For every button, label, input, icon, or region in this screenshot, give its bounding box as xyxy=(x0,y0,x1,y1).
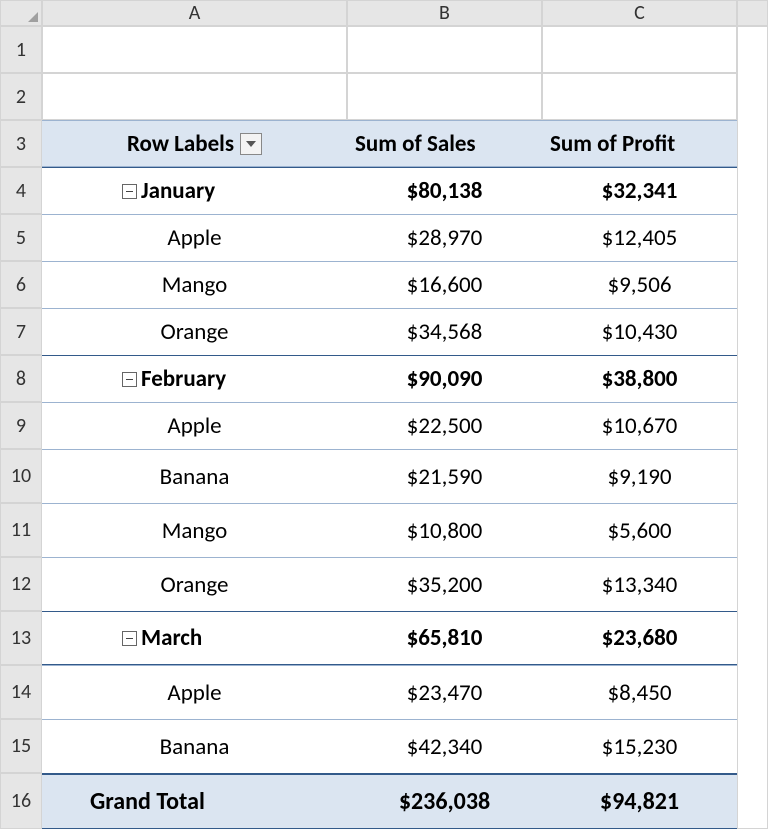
pivot-cell[interactable]: $23,470 xyxy=(347,665,542,719)
pivot-cell[interactable]: $13,340 xyxy=(542,557,737,611)
group-label: January xyxy=(141,177,215,205)
pivot-cell[interactable]: $9,190 xyxy=(542,449,737,503)
pivot-cell[interactable]: $42,340 xyxy=(347,719,542,773)
pivot-cell[interactable]: $35,200 xyxy=(347,557,542,611)
row-header-3[interactable]: 3 xyxy=(0,120,42,167)
row-header-8[interactable]: 8 xyxy=(0,355,42,402)
pivot-header-row-labels[interactable]: Row Labels xyxy=(42,120,347,167)
cell-D-partial[interactable] xyxy=(737,26,768,829)
row-header-14[interactable]: 14 xyxy=(0,665,42,719)
pivot-cell[interactable]: $90,090 xyxy=(347,355,542,402)
pivot-cell[interactable]: $10,670 xyxy=(542,402,737,449)
row-header-10[interactable]: 10 xyxy=(0,449,42,503)
row-header-15[interactable]: 15 xyxy=(0,719,42,773)
row-header-4[interactable]: 4 xyxy=(0,167,42,214)
column-header-D-partial[interactable] xyxy=(737,0,768,26)
pivot-cell[interactable]: $12,405 xyxy=(542,214,737,261)
pivot-cell[interactable]: $10,800 xyxy=(347,503,542,557)
pivot-cell[interactable]: $15,230 xyxy=(542,719,737,773)
pivot-cell[interactable]: $34,568 xyxy=(347,308,542,355)
cell-A2[interactable] xyxy=(42,73,347,120)
row-header-9[interactable]: 9 xyxy=(0,402,42,449)
row-header-16[interactable]: 16 xyxy=(0,773,42,829)
pivot-group-march[interactable]: March xyxy=(42,611,347,665)
pivot-item[interactable]: Mango xyxy=(42,503,347,557)
pivot-cell[interactable]: $16,600 xyxy=(347,261,542,308)
pivot-cell[interactable]: $65,810 xyxy=(347,611,542,665)
row-header-1[interactable]: 1 xyxy=(0,26,42,73)
column-header-C[interactable]: C xyxy=(542,0,737,26)
collapse-icon[interactable] xyxy=(122,631,137,646)
filter-dropdown-icon[interactable] xyxy=(240,133,262,155)
cell-B2[interactable] xyxy=(347,73,542,120)
row-header-7[interactable]: 7 xyxy=(0,308,42,355)
collapse-icon[interactable] xyxy=(122,372,137,387)
pivot-item[interactable]: Apple xyxy=(42,665,347,719)
pivot-header-sales[interactable]: Sum of Sales xyxy=(347,120,542,167)
group-label: March xyxy=(141,624,202,652)
pivot-grand-total-profit[interactable]: $94,821 xyxy=(542,773,737,829)
pivot-cell[interactable]: $38,800 xyxy=(542,355,737,402)
select-all-triangle[interactable] xyxy=(0,0,42,26)
row-header-12[interactable]: 12 xyxy=(0,557,42,611)
pivot-cell[interactable]: $5,600 xyxy=(542,503,737,557)
spreadsheet-grid: A B C 1 2 3 4 5 6 7 8 9 10 11 12 13 14 1… xyxy=(0,0,768,829)
cell-B1[interactable] xyxy=(347,26,542,73)
pivot-item[interactable]: Orange xyxy=(42,557,347,611)
pivot-grand-total-label[interactable]: Grand Total xyxy=(42,773,347,829)
pivot-group-february[interactable]: February xyxy=(42,355,347,402)
pivot-group-january[interactable]: January xyxy=(42,167,347,214)
pivot-grand-total-sales[interactable]: $236,038 xyxy=(347,773,542,829)
pivot-cell[interactable]: $32,341 xyxy=(542,167,737,214)
pivot-cell[interactable]: $10,430 xyxy=(542,308,737,355)
cell-A1[interactable] xyxy=(42,26,347,73)
pivot-header-profit[interactable]: Sum of Profit xyxy=(542,120,737,167)
pivot-cell[interactable]: $80,138 xyxy=(347,167,542,214)
pivot-item[interactable]: Apple xyxy=(42,214,347,261)
pivot-cell[interactable]: $9,506 xyxy=(542,261,737,308)
pivot-item[interactable]: Orange xyxy=(42,308,347,355)
pivot-cell[interactable]: $22,500 xyxy=(347,402,542,449)
pivot-item[interactable]: Banana xyxy=(42,449,347,503)
pivot-cell[interactable]: $23,680 xyxy=(542,611,737,665)
cell-C2[interactable] xyxy=(542,73,737,120)
pivot-item[interactable]: Mango xyxy=(42,261,347,308)
row-header-13[interactable]: 13 xyxy=(0,611,42,665)
column-header-B[interactable]: B xyxy=(347,0,542,26)
pivot-cell[interactable]: $21,590 xyxy=(347,449,542,503)
pivot-item[interactable]: Apple xyxy=(42,402,347,449)
row-header-11[interactable]: 11 xyxy=(0,503,42,557)
pivot-cell[interactable]: $28,970 xyxy=(347,214,542,261)
row-header-5[interactable]: 5 xyxy=(0,214,42,261)
collapse-icon[interactable] xyxy=(122,184,137,199)
cell-C1[interactable] xyxy=(542,26,737,73)
pivot-item[interactable]: Banana xyxy=(42,719,347,773)
row-header-2[interactable]: 2 xyxy=(0,73,42,120)
row-labels-text: Row Labels xyxy=(127,130,234,158)
pivot-cell[interactable]: $8,450 xyxy=(542,665,737,719)
group-label: February xyxy=(141,365,226,393)
column-header-A[interactable]: A xyxy=(42,0,347,26)
row-header-6[interactable]: 6 xyxy=(0,261,42,308)
